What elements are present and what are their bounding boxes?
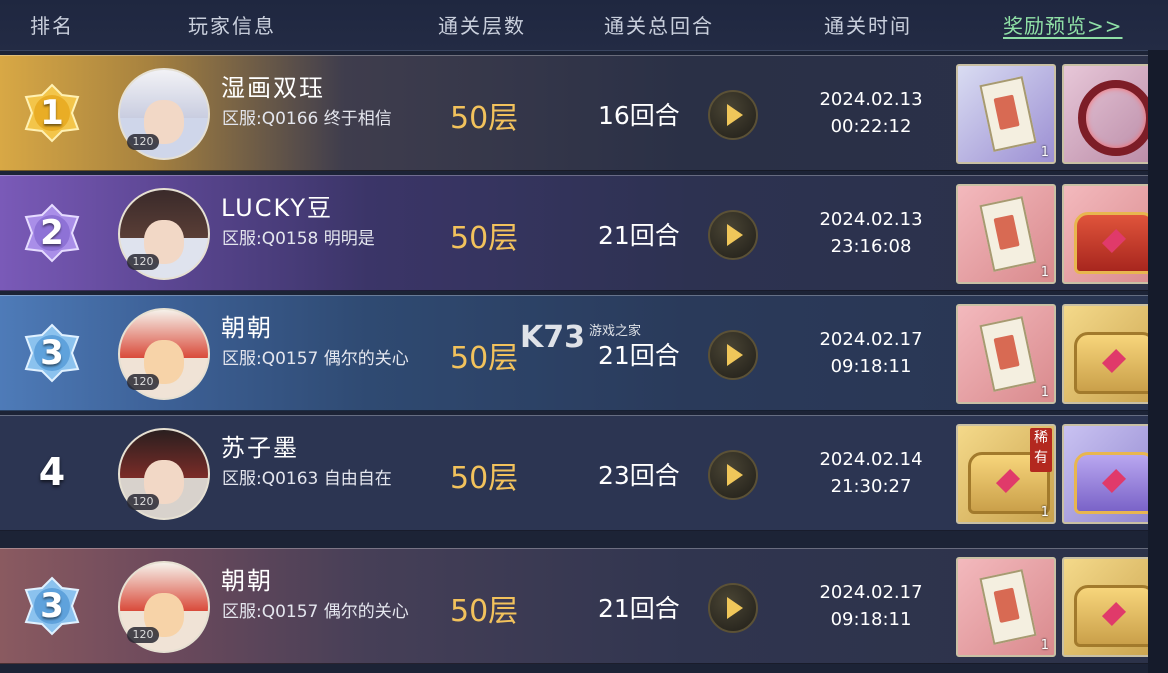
header-time: 通关时间 <box>824 14 912 38</box>
play-icon <box>727 344 743 366</box>
floors-cleared: 50层 <box>450 594 519 629</box>
clear-date: 2024.02.17 <box>819 582 923 603</box>
table-row[interactable]: 2 120 LUCKY豆 区服:Q0158 明明是 50层 21回合 2024.… <box>0 175 1148 291</box>
play-icon <box>727 464 743 486</box>
red-chest-icon <box>1074 212 1148 274</box>
clear-date: 2024.02.13 <box>819 209 923 230</box>
header-player-info: 玩家信息 <box>188 14 276 38</box>
rank-number: 3 <box>40 333 64 373</box>
total-rounds: 16回合 <box>598 101 680 130</box>
reward-item[interactable] <box>1062 304 1148 404</box>
play-icon <box>727 224 743 246</box>
rare-tag: 稀有 <box>1030 428 1052 472</box>
play-replay-button[interactable] <box>708 450 758 500</box>
ring-icon <box>1078 80 1148 156</box>
rank-number: 4 <box>38 450 66 494</box>
clear-clock: 21:30:27 <box>830 476 912 497</box>
avatar-level: 120 <box>127 627 159 643</box>
rank-badge: 2 <box>22 203 82 263</box>
play-replay-button[interactable] <box>708 90 758 140</box>
player-server: 区服:Q0157 偶尔的关心 <box>222 349 409 369</box>
player-name: 朝朝 <box>221 314 273 342</box>
clear-clock: 09:18:11 <box>830 356 912 377</box>
reward-qty: 1 <box>1040 385 1049 400</box>
total-rounds: 23回合 <box>598 461 680 490</box>
total-rounds: 21回合 <box>598 221 680 250</box>
player-server: 区服:Q0157 偶尔的关心 <box>222 602 409 622</box>
reward-item[interactable] <box>1062 557 1148 657</box>
clear-clock: 23:16:08 <box>830 236 912 257</box>
clear-date: 2024.02.13 <box>819 89 923 110</box>
header-rank: 排名 <box>30 14 74 38</box>
table-header: 排名 玩家信息 通关层数 通关总回合 通关时间 奖励预览>> <box>0 0 1168 51</box>
player-name: 朝朝 <box>221 567 273 595</box>
clear-time: 2024.02.13 23:16:08 <box>808 206 934 260</box>
purple-chest-icon <box>1074 452 1148 514</box>
clear-clock: 00:22:12 <box>830 116 912 137</box>
player-server: 区服:Q0166 终于相信 <box>222 109 392 129</box>
clear-date: 2024.02.14 <box>819 449 923 470</box>
watermark-sub: 游戏之家 <box>589 324 642 339</box>
rank-badge: 3 <box>22 576 82 636</box>
table-row[interactable]: 1 120 湿画双珏 区服:Q0166 终于相信 50层 16回合 2024.0… <box>0 55 1148 171</box>
rank-badge: 3 <box>22 323 82 383</box>
watermark-text: K73 <box>520 320 585 355</box>
rank-number: 2 <box>40 213 64 253</box>
clear-date: 2024.02.17 <box>819 329 923 350</box>
reward-qty: 1 <box>1040 638 1049 653</box>
rank-number: 1 <box>40 93 64 133</box>
avatar-level: 120 <box>127 494 159 510</box>
floors-cleared: 50层 <box>450 221 519 256</box>
reward-item[interactable]: 1 <box>956 184 1056 284</box>
gold-chest-icon <box>1074 585 1148 647</box>
reward-item[interactable] <box>1062 424 1148 524</box>
reward-item[interactable]: 1 <box>956 304 1056 404</box>
reward-item[interactable]: 1 <box>956 64 1056 164</box>
reward-item[interactable]: 1 <box>956 557 1056 657</box>
avatar-level: 120 <box>127 374 159 390</box>
floors-cleared: 50层 <box>450 101 519 136</box>
header-floors: 通关层数 <box>438 14 526 38</box>
watermark: K73 游戏之家 <box>520 320 641 355</box>
header-rounds: 通关总回合 <box>604 14 714 38</box>
clear-time: 2024.02.13 00:22:12 <box>808 86 934 140</box>
rank-number: 3 <box>40 586 64 626</box>
clear-time: 2024.02.17 09:18:11 <box>808 326 934 380</box>
floors-cleared: 50层 <box>450 341 519 376</box>
rank-badge: 1 <box>22 83 82 143</box>
reward-item[interactable] <box>1062 64 1148 164</box>
play-replay-button[interactable] <box>708 330 758 380</box>
play-icon <box>727 104 743 126</box>
reward-qty: 1 <box>1040 265 1049 280</box>
player-name: 湿画双珏 <box>221 74 325 102</box>
gold-chest-icon <box>1074 332 1148 394</box>
title-scroll-icon <box>979 316 1037 392</box>
clear-time: 2024.02.14 21:30:27 <box>808 446 934 500</box>
scroll-edge <box>1148 50 1168 673</box>
play-replay-button[interactable] <box>708 583 758 633</box>
reward-item[interactable] <box>1062 184 1148 284</box>
play-icon <box>727 597 743 619</box>
table-row[interactable]: 4 120 苏子墨 区服:Q0163 自由自在 50层 23回合 2024.02… <box>0 415 1148 531</box>
player-name: 苏子墨 <box>221 434 299 462</box>
clear-time: 2024.02.17 09:18:11 <box>808 579 934 633</box>
reward-qty: 1 <box>1040 145 1049 160</box>
play-replay-button[interactable] <box>708 210 758 260</box>
title-scroll-icon <box>979 569 1037 645</box>
scroll-icon <box>979 76 1037 152</box>
reward-preview-link[interactable]: 奖励预览>> <box>1003 10 1123 39</box>
reward-qty: 1 <box>1040 505 1049 520</box>
floors-cleared: 50层 <box>450 461 519 496</box>
player-server: 区服:Q0158 明明是 <box>222 229 375 249</box>
clear-clock: 09:18:11 <box>830 609 912 630</box>
player-server: 区服:Q0163 自由自在 <box>222 469 392 489</box>
player-name: LUCKY豆 <box>221 194 334 222</box>
title-scroll-icon <box>979 196 1037 272</box>
table-row[interactable]: 3 120 朝朝 区服:Q0157 偶尔的关心 50层 21回合 2024.02… <box>0 548 1148 664</box>
avatar-level: 120 <box>127 134 159 150</box>
avatar-level: 120 <box>127 254 159 270</box>
reward-item[interactable]: 稀有 1 <box>956 424 1056 524</box>
total-rounds: 21回合 <box>598 594 680 623</box>
